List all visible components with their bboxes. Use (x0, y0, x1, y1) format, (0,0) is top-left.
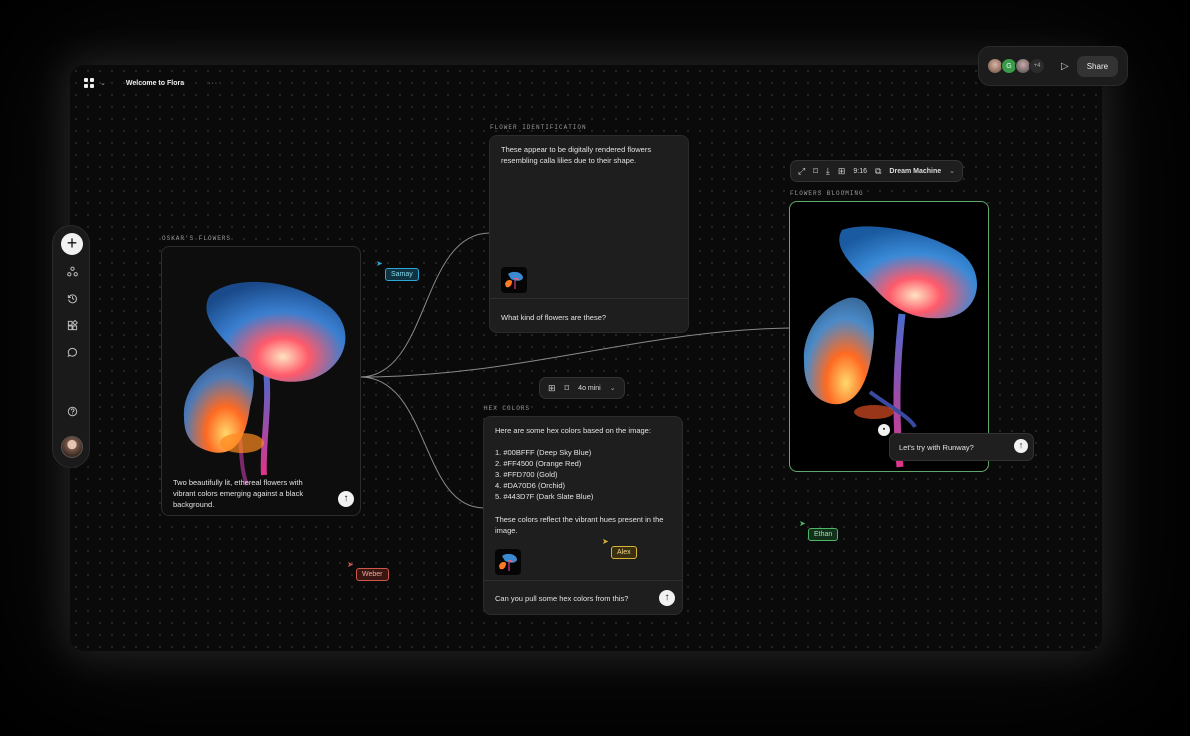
collaborator-tag: Alex (611, 546, 637, 559)
chat-node-hex-colors[interactable]: Here are some hex colors based on the im… (483, 416, 683, 615)
list-item: 5. #443D7F (Dark Slate Blue) (495, 492, 594, 501)
hex-color-list: 1. #00BFFF (Deep Sky Blue) 2. #FF4500 (O… (495, 447, 593, 502)
send-button[interactable]: ↑ (1014, 439, 1028, 453)
cursor-pointer-icon: ➤ (799, 519, 806, 528)
flower-image (183, 281, 346, 486)
node-label: OSKAR'S FLOWERS (162, 235, 232, 242)
model-toolbar: ⊞ ⌑ 4o mini ⌄ (539, 377, 625, 399)
send-button[interactable]: ↑ (659, 590, 675, 606)
cursor-pointer-icon: ➤ (347, 560, 354, 569)
image-caption: Two beautifully lit, ethereal flowers wi… (173, 478, 304, 509)
chevron-down-icon[interactable]: ⌄ (949, 167, 955, 175)
send-button[interactable]: ↑ (338, 491, 354, 507)
model-select[interactable]: 4o mini (578, 385, 601, 392)
image-thumbnail (495, 549, 521, 575)
list-item: 1. #00BFFF (Deep Sky Blue) (495, 448, 592, 457)
model-select[interactable]: Dream Machine (889, 168, 941, 175)
add-input-icon[interactable]: ⊞ (838, 166, 846, 177)
node-label: FLOWER IDENTIFICATION (490, 124, 587, 131)
add-input-icon[interactable]: ⊞ (548, 383, 556, 394)
image-thumbnail (501, 267, 527, 293)
list-item: 4. #DA70D6 (Orchid) (495, 481, 566, 490)
ai-response: These appear to be digitally rendered fl… (501, 145, 652, 165)
comment-input[interactable]: Let's try with Runway? (899, 442, 974, 453)
video-toolbar: ⤢ ⌑ ⤓ ⊞ 9:16 ⧉ Dream Machine ⌄ (790, 160, 964, 182)
node-label: FLOWERS BLOOMING (790, 190, 864, 197)
chat-node-flower-identification[interactable]: These appear to be digitally rendered fl… (489, 135, 689, 333)
divider (490, 298, 688, 299)
bookmark-icon[interactable]: ⌑ (565, 383, 570, 394)
list-item: 3. #FFD700 (Gold) (495, 470, 558, 479)
list-item: 2. #FF4500 (Orange Red) (495, 459, 582, 468)
ai-response-intro: Here are some hex colors based on the im… (495, 426, 651, 435)
expand-icon[interactable]: ⤢ (798, 166, 805, 177)
user-prompt: Can you pull some hex colors from this? (495, 594, 629, 603)
cursor-pointer-icon: ➤ (602, 537, 609, 546)
image-node-oskars-flowers[interactable]: Two beautifully lit, ethereal flowers wi… (161, 246, 361, 516)
node-label: HEX COLORS (484, 405, 531, 412)
collaborator-tag: Weber (356, 568, 389, 581)
cursor-pointer-icon: ➤ (376, 259, 383, 268)
divider (484, 580, 682, 581)
comment-box: Let's try with Runway? ↑ (889, 433, 1034, 461)
copy-icon[interactable]: ⧉ (875, 166, 881, 177)
comment-icon[interactable]: ▪ (878, 424, 890, 436)
aspect-ratio-select[interactable]: 9:16 (853, 168, 867, 175)
chevron-down-icon[interactable]: ⌄ (610, 384, 616, 392)
download-icon[interactable]: ⤓ (826, 166, 830, 177)
ai-response-outro: These colors reflect the vibrant hues pr… (495, 515, 664, 535)
collaborator-tag: Ethan (808, 528, 839, 541)
collaborator-tag: Samay (385, 268, 419, 281)
user-prompt: What kind of flowers are these? (501, 313, 607, 322)
bookmark-icon[interactable]: ⌑ (813, 166, 818, 177)
